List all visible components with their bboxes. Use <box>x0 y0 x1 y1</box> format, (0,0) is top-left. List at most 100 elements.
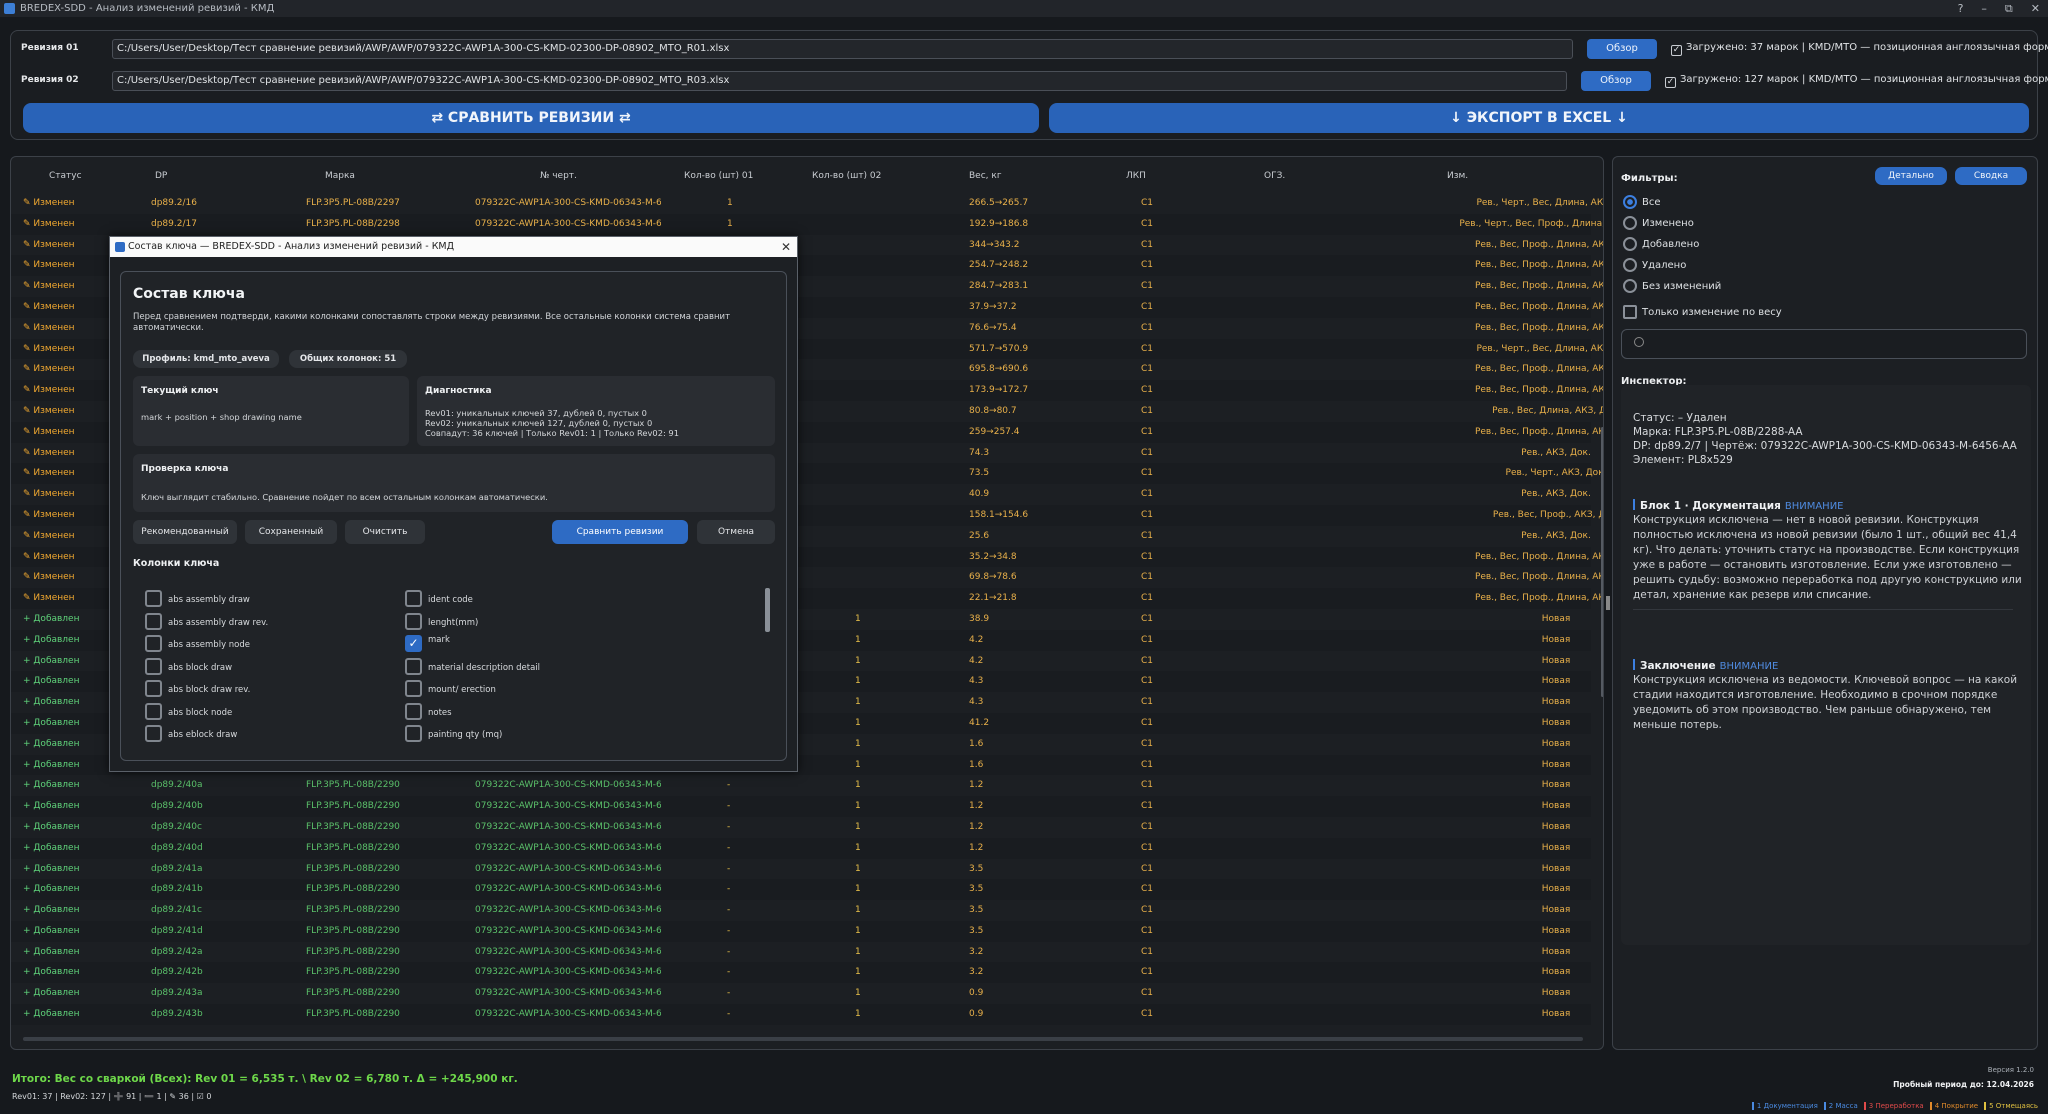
table-row[interactable]: + Добавлен dp89.2/42b FLP.3P5.PL-08B/2290 0… <box>11 962 1591 984</box>
cell-weight: 4.2 <box>969 634 984 645</box>
cell-mark: FLP.3P5.PL-08B/2290 <box>306 842 400 853</box>
key-column-checkbox[interactable]: abs eblock draw <box>145 725 237 742</box>
key-column-checkbox[interactable]: material description detail <box>405 657 540 675</box>
dialog-body: Состав ключа Перед сравнением подтверди,… <box>120 271 787 761</box>
table-row[interactable]: + Добавлен dp89.2/43b FLP.3P5.PL-08B/2290 0… <box>11 1004 1591 1025</box>
col-header-lkp[interactable]: ЛКП <box>1126 171 1146 181</box>
dialog-cancel-button[interactable]: Отмена <box>697 520 775 544</box>
key-column-checkbox[interactable]: abs assembly draw <box>145 590 250 607</box>
cell-lkp: C1 <box>1141 426 1154 437</box>
table-row[interactable]: + Добавлен dp89.2/41d FLP.3P5.PL-08B/2290 0… <box>11 920 1591 942</box>
table-horizontal-scrollbar[interactable] <box>23 1037 1583 1041</box>
cell-status: + Добавлен <box>23 1009 80 1020</box>
filter-added-radio[interactable]: Добавлено <box>1623 237 1699 251</box>
summary-view-button[interactable]: Сводка <box>1955 167 2027 185</box>
minimize-button[interactable]: – <box>1981 0 1987 17</box>
key-column-checkbox[interactable]: abs assembly node <box>145 635 250 652</box>
search-input[interactable] <box>1621 329 2027 359</box>
cell-lkp: C1 <box>1141 218 1154 229</box>
cell-qty01: - <box>727 1009 731 1020</box>
filter-all-radio[interactable]: Все <box>1623 195 1661 209</box>
diagnostics-line: Rev01: уникальных ключей 37, дублей 0, п… <box>425 408 647 418</box>
key-column-checkbox[interactable]: abs assembly draw rev. <box>145 612 268 630</box>
revision-01-loaded-checkbox[interactable]: ✓ <box>1671 45 1682 56</box>
cell-mark: FLP.3P5.PL-08B/2290 <box>306 884 400 895</box>
checkbox-icon <box>405 590 422 607</box>
table-row[interactable]: + Добавлен dp89.2/40d FLP.3P5.PL-08B/2290 0… <box>11 837 1591 859</box>
table-row[interactable]: + Добавлен dp89.2/43a FLP.3P5.PL-08B/2290 0… <box>11 983 1591 1004</box>
window-title: BREDEX-SDD - Анализ изменений ревизий - … <box>20 3 275 14</box>
filter-removed-radio[interactable]: Удалено <box>1623 258 1686 272</box>
diagnostics-line: Совпадут: 36 ключей | Только Rev01: 1 | … <box>425 428 679 438</box>
checkbox-icon <box>405 680 422 697</box>
col-header-drawing[interactable]: № черт. <box>540 171 577 181</box>
key-column-checkbox[interactable]: abs block node <box>145 702 232 720</box>
table-row[interactable]: + Добавлен dp89.2/41b FLP.3P5.PL-08B/2290 0… <box>11 879 1591 901</box>
col-header-weight[interactable]: Вес, кг <box>969 171 1002 181</box>
key-column-checkbox[interactable]: abs block draw rev. <box>145 680 250 697</box>
weight-only-checkbox[interactable]: Только изменение по весу <box>1623 305 1782 319</box>
table-vertical-scrollbar[interactable] <box>1601 427 1603 697</box>
cell-status: + Добавлен <box>23 863 80 874</box>
cell-dp: dp89.2/43b <box>151 1009 203 1020</box>
col-header-status[interactable]: Статус <box>49 171 82 181</box>
filter-modified-radio[interactable]: Изменено <box>1623 216 1694 230</box>
key-column-checkbox[interactable]: notes <box>405 702 452 720</box>
cell-weight: 73.5 <box>969 468 990 479</box>
panel-splitter[interactable] <box>1606 596 1610 610</box>
cell-lkp: C1 <box>1141 655 1154 666</box>
revision-02-path-input[interactable]: C:/Users/User/Desktop/Тест сравнение рев… <box>112 71 1567 91</box>
col-header-dp[interactable]: DP <box>155 171 167 181</box>
key-column-checkbox[interactable]: abs block draw <box>145 657 232 675</box>
key-column-label: painting qty (mq) <box>428 730 503 740</box>
current-key-value: mark + position + shop drawing name <box>141 412 302 422</box>
columns-scrollbar[interactable] <box>765 588 770 632</box>
cell-drawing: 079322C-AWP1A-300-CS-KMD-06343-M-64! <box>475 801 661 812</box>
table-row[interactable]: + Добавлен dp89.2/40b FLP.3P5.PL-08B/2290 0… <box>11 796 1591 817</box>
recommended-button[interactable]: Рекомендованный <box>133 520 237 544</box>
col-header-mark[interactable]: Марка <box>325 171 355 181</box>
table-row[interactable]: ✎ Изменен dp89.2/16 FLP.3P5.PL-08B/2297 079… <box>11 193 1603 214</box>
maximize-button[interactable]: ⧉ <box>2005 0 2013 17</box>
close-icon[interactable]: ✕ <box>781 237 791 257</box>
cell-drawing: 079322C-AWP1A-300-CS-KMD-06343-M-64! <box>475 925 661 936</box>
table-row[interactable]: + Добавлен dp89.2/42a FLP.3P5.PL-08B/2290 0… <box>11 942 1591 963</box>
detail-view-button[interactable]: Детально <box>1875 167 1947 185</box>
cell-dp: dp89.2/17 <box>151 218 197 229</box>
saved-button[interactable]: Сохраненный <box>245 520 337 544</box>
cell-mark: FLP.3P5.PL-08B/2298 <box>306 218 400 229</box>
table-row[interactable]: ✎ Изменен dp89.2/17 FLP.3P5.PL-08B/2298 079… <box>11 213 1603 235</box>
key-column-checkbox[interactable]: mount/ erection <box>405 680 496 697</box>
clear-button[interactable]: Очистить <box>345 520 425 544</box>
revision-01-browse-button[interactable]: Обзор <box>1587 39 1657 59</box>
checkbox-icon <box>405 725 422 742</box>
table-row[interactable]: + Добавлен dp89.2/41a FLP.3P5.PL-08B/2290 0… <box>11 859 1591 880</box>
export-excel-button[interactable]: ↓ ЭКСПОРТ В EXCEL ↓ <box>1049 103 2029 133</box>
cell-lkp: C1 <box>1141 239 1154 250</box>
inspector-dp: DP: dp89.2/7 | Чертёж: 079322C-AWP1A-300… <box>1633 440 2017 452</box>
revision-01-path-input[interactable]: C:/Users/User/Desktop/Тест сравнение рев… <box>112 39 1573 59</box>
key-column-checkbox[interactable]: ident code <box>405 590 473 607</box>
revision-02-browse-button[interactable]: Обзор <box>1581 71 1651 91</box>
compare-revisions-button[interactable]: ⇄ СРАВНИТЬ РЕВИЗИИ ⇄ <box>23 103 1039 133</box>
key-column-checkbox[interactable]: painting qty (mq) <box>405 725 502 742</box>
revision-02-loaded-checkbox[interactable]: ✓ <box>1665 77 1676 88</box>
filter-unchanged-radio[interactable]: Без изменений <box>1623 279 1721 293</box>
key-column-checkbox[interactable]: lenght(mm) <box>405 612 478 630</box>
col-header-changes[interactable]: Изм. <box>1447 171 1468 181</box>
help-button[interactable]: ? <box>1958 0 1964 17</box>
conclusion-text: Конструкция исключена из ведомости. Ключ… <box>1633 674 2018 731</box>
cell-weight: 3.2 <box>969 967 984 978</box>
col-header-ogz[interactable]: ОГЗ. <box>1264 171 1285 181</box>
col-header-qty01[interactable]: Кол-во (шт) 01 <box>684 171 753 181</box>
table-row[interactable]: + Добавлен dp89.2/40c FLP.3P5.PL-08B/2290 0… <box>11 817 1591 838</box>
table-row[interactable]: + Добавлен dp89.2/40a FLP.3P5.PL-08B/2290 0… <box>11 775 1591 796</box>
key-column-checkbox[interactable]: ✓ mark <box>405 635 450 652</box>
filter-unchanged-label: Без изменений <box>1642 281 1722 292</box>
table-row[interactable]: + Добавлен dp89.2/41c FLP.3P5.PL-08B/2290 0… <box>11 900 1591 921</box>
cell-lkp: C1 <box>1141 759 1154 770</box>
col-header-qty02[interactable]: Кол-во (шт) 02 <box>812 171 881 181</box>
dialog-compare-button[interactable]: Сравнить ревизии <box>552 520 688 544</box>
close-window-button[interactable]: ✕ <box>2031 0 2040 17</box>
cell-status: + Добавлен <box>23 842 80 853</box>
